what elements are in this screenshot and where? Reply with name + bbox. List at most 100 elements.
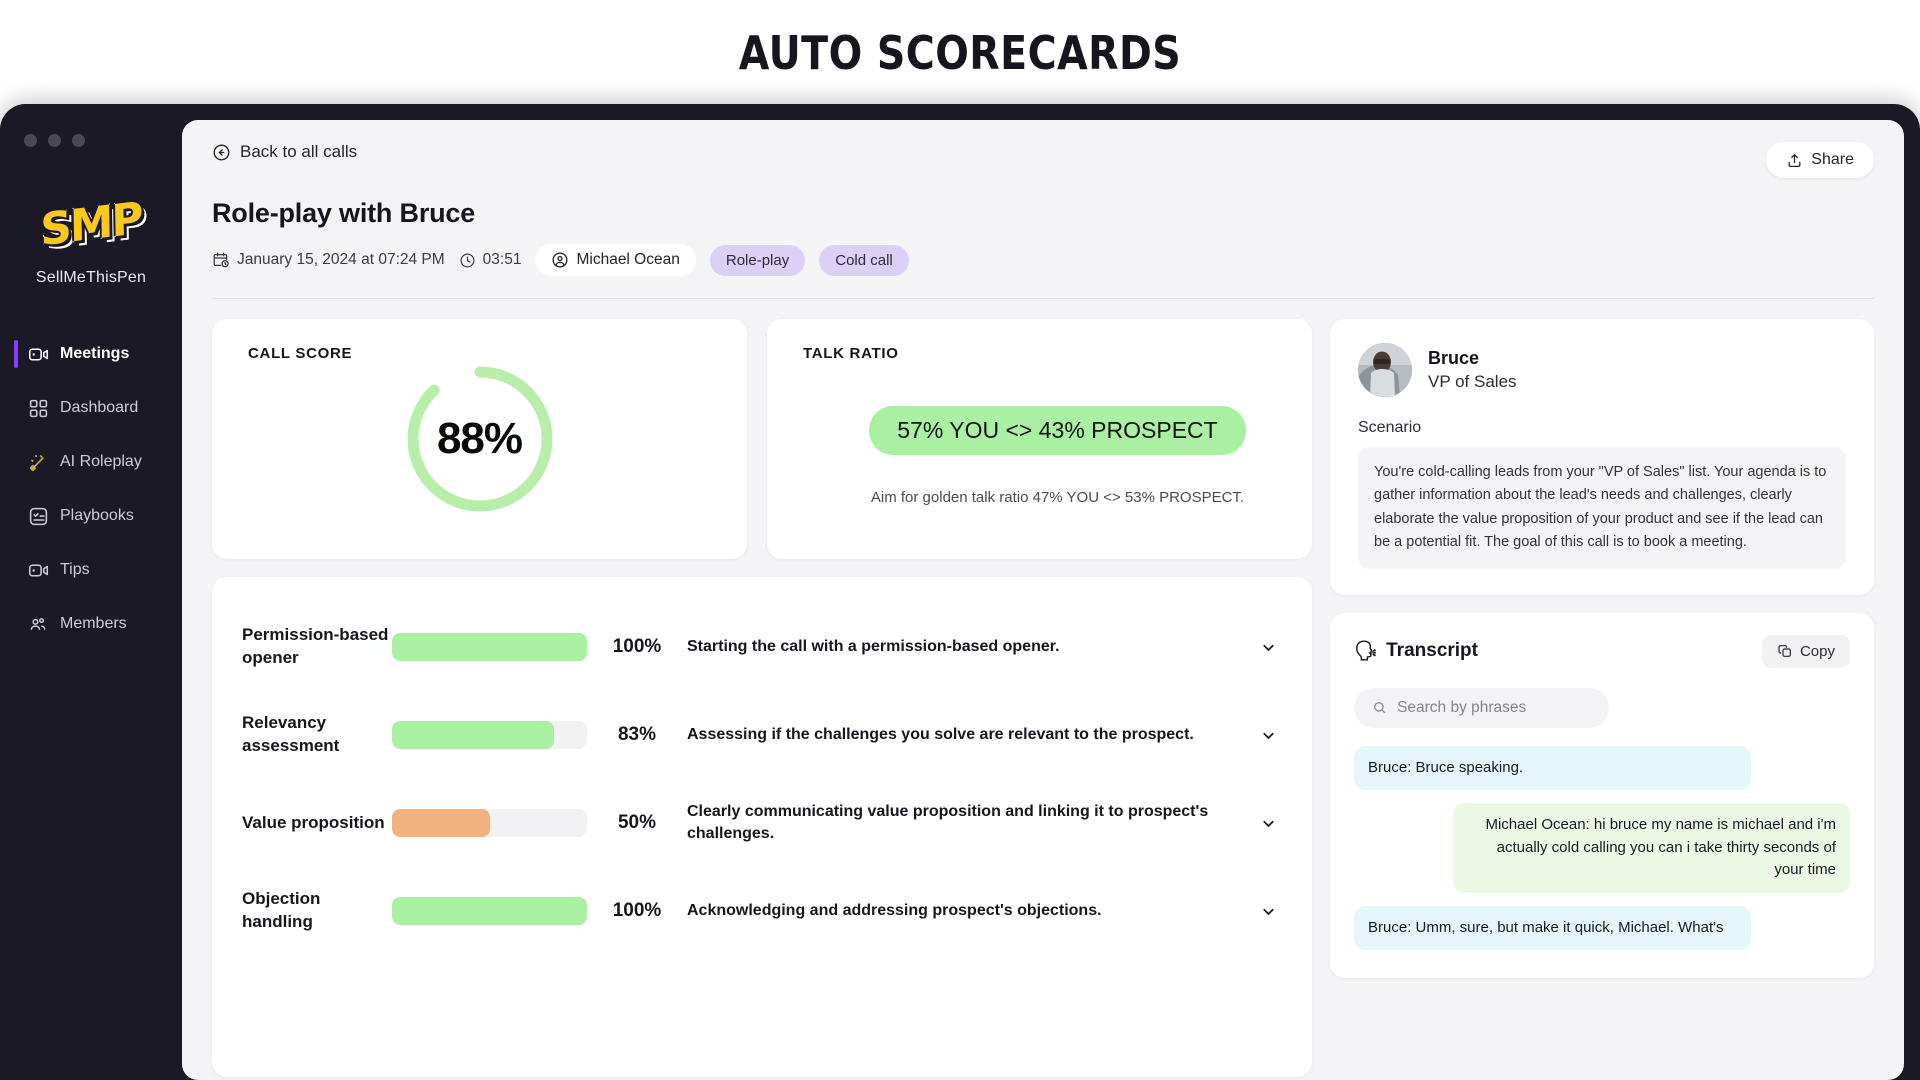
people-icon: [30, 617, 46, 630]
chevron-down-icon: [1262, 732, 1274, 739]
call-meta-row: January 15, 2024 at 07:24 PM 03:51 Micha…: [212, 244, 1874, 276]
persona-identity: Bruce VP of Sales: [1428, 348, 1517, 392]
content-columns: CALL SCORE 88% TALK RATIO 57% YOU <> 43%…: [212, 319, 1874, 1077]
transcript-search[interactable]: [1354, 687, 1609, 728]
window-controls[interactable]: [0, 122, 182, 147]
call-score-card: CALL SCORE 88%: [212, 319, 747, 559]
sidebar-nav: Meetings Dashboard AI Roleplay Playbooks…: [0, 335, 182, 643]
copy-transcript-button[interactable]: Copy: [1761, 634, 1850, 668]
criterion-progress-fill: [392, 633, 587, 661]
sidebar-item-label: AI Roleplay: [60, 453, 142, 470]
sidebar-item-label: Playbooks: [60, 507, 134, 524]
talk-ratio-value: 57% YOU <> 43% PROSPECT: [869, 406, 1246, 455]
video-camera-icon: [28, 563, 49, 577]
criterion-description: Assessing if the challenges you solve ar…: [687, 725, 1194, 743]
call-score-title: CALL SCORE: [248, 345, 353, 362]
criterion-progress-fill: [392, 721, 554, 749]
sidebar-item-ai-roleplay[interactable]: AI Roleplay: [0, 443, 182, 481]
call-score-ring: 88%: [404, 363, 556, 515]
transcript-card: 🗣 Transcript Copy Bruce: Bruce sp: [1330, 612, 1874, 978]
sidebar-item-meetings[interactable]: Meetings: [0, 335, 182, 373]
chevron-down-icon: [1262, 820, 1274, 827]
sidebar-item-dashboard[interactable]: Dashboard: [0, 389, 182, 427]
sidebar-item-tips[interactable]: Tips: [0, 551, 182, 589]
criterion-name: Relevancy assessment: [242, 713, 340, 755]
avatar-photo-icon: [1358, 343, 1412, 397]
sidebar-item-label: Dashboard: [60, 399, 139, 416]
criterion-expand-button[interactable]: [1254, 815, 1282, 832]
search-icon: [1374, 702, 1386, 714]
sidebar-item-members[interactable]: Members: [0, 605, 182, 643]
criterion-progress-track: [392, 809, 587, 837]
user-circle-icon: [552, 252, 569, 268]
criterion-row[interactable]: Value proposition 50% Clearly communicat…: [242, 779, 1282, 867]
sidebar: SMP SellMeThisPen Meetings Dashboard AI …: [0, 104, 182, 1080]
summary-cards-row: CALL SCORE 88% TALK RATIO 57% YOU <> 43%…: [212, 319, 1312, 559]
app-window: SMP SellMeThisPen Meetings Dashboard AI …: [0, 104, 1920, 1080]
talk-ratio-card: TALK RATIO 57% YOU <> 43% PROSPECT Aim f…: [767, 319, 1312, 559]
header-divider: [212, 298, 1874, 299]
criterion-percent: 83%: [617, 724, 657, 745]
window-maximize-dot[interactable]: [72, 134, 85, 147]
criterion-expand-button[interactable]: [1254, 727, 1282, 744]
back-label: Back to all calls: [240, 142, 358, 161]
criterion-row[interactable]: Relevancy assessment 83% Assessing if th…: [242, 691, 1282, 779]
search-input[interactable]: [1397, 698, 1591, 717]
grid-icon: [29, 399, 48, 417]
scorecard-criteria-list: Permission-based opener 100% Starting th…: [212, 577, 1312, 1077]
call-date-text: January 15, 2024 at 07:24 PM: [237, 251, 445, 268]
call-score-value: 88%: [436, 414, 523, 463]
criterion-row[interactable]: Objection handling 100% Acknowledging an…: [242, 867, 1282, 955]
avatar: [1358, 343, 1412, 397]
criterion-percent: 50%: [617, 812, 657, 833]
copy-label: Copy: [1799, 642, 1835, 660]
criterion-description: Clearly communicating value proposition …: [687, 802, 1209, 842]
chevron-down-icon: [1262, 908, 1274, 915]
criterion-progress-fill: [392, 809, 490, 837]
sidebar-item-label: Tips: [60, 561, 90, 578]
criterion-progress-track: [392, 897, 587, 925]
speaking-head-icon: 🗣: [1354, 641, 1379, 663]
talk-ratio-title: TALK RATIO: [803, 345, 899, 362]
call-duration-text: 03:51: [482, 251, 522, 268]
back-to-all-calls-button[interactable]: Back to all calls: [212, 142, 357, 162]
criterion-description: Starting the call with a permission-base…: [687, 637, 1060, 655]
share-upload-icon: [1788, 153, 1801, 167]
criterion-description: Acknowledging and addressing prospect's …: [687, 901, 1102, 919]
transcript-title-wrap: 🗣 Transcript: [1354, 639, 1478, 663]
criterion-expand-button[interactable]: [1254, 639, 1282, 656]
criterion-percent: 100%: [612, 900, 662, 921]
clock-icon: [460, 253, 475, 267]
criterion-progress-track: [392, 633, 587, 661]
sidebar-item-label: Meetings: [60, 345, 130, 362]
left-column: CALL SCORE 88% TALK RATIO 57% YOU <> 43%…: [212, 319, 1312, 1077]
call-duration: 03:51: [459, 251, 522, 269]
criterion-row[interactable]: Permission-based opener 100% Starting th…: [242, 603, 1282, 691]
chevron-down-icon: [1262, 644, 1274, 651]
persona-role: VP of Sales: [1428, 372, 1517, 391]
criterion-expand-button[interactable]: [1254, 903, 1282, 920]
transcript-message: Bruce: Bruce speaking.: [1354, 745, 1751, 791]
copy-icon: [1778, 645, 1791, 658]
criterion-name: Objection handling: [242, 889, 321, 931]
talk-ratio-hint: Aim for golden talk ratio 47% YOU <> 53%…: [870, 489, 1245, 506]
share-button[interactable]: Share: [1766, 142, 1874, 178]
smp-logo-icon: SMP: [38, 189, 144, 259]
smp-logo-text: SMP: [39, 191, 143, 257]
call-owner-name: Michael Ocean: [576, 251, 680, 268]
call-tag-roleplay[interactable]: Role-play: [709, 244, 806, 276]
sidebar-item-playbooks[interactable]: Playbooks: [0, 497, 182, 535]
window-close-dot[interactable]: [24, 134, 37, 147]
main-content: Back to all calls Share Role-play with B…: [182, 120, 1904, 1080]
talk-ratio-value-wrap: 57% YOU <> 43% PROSPECT: [803, 362, 1312, 455]
transcript-message: Bruce: Umm, sure, but make it quick, Mic…: [1354, 905, 1751, 951]
persona-name: Bruce: [1428, 348, 1480, 368]
share-label: Share: [1811, 151, 1854, 168]
call-tag-coldcall[interactable]: Cold call: [819, 244, 909, 276]
brand-name: SellMeThisPen: [35, 269, 147, 286]
call-owner-chip[interactable]: Michael Ocean: [535, 244, 696, 276]
criterion-progress-track: [392, 721, 587, 749]
video-camera-icon: [28, 347, 49, 361]
page-heading: Role-play with Bruce: [212, 198, 476, 228]
window-minimize-dot[interactable]: [48, 134, 61, 147]
